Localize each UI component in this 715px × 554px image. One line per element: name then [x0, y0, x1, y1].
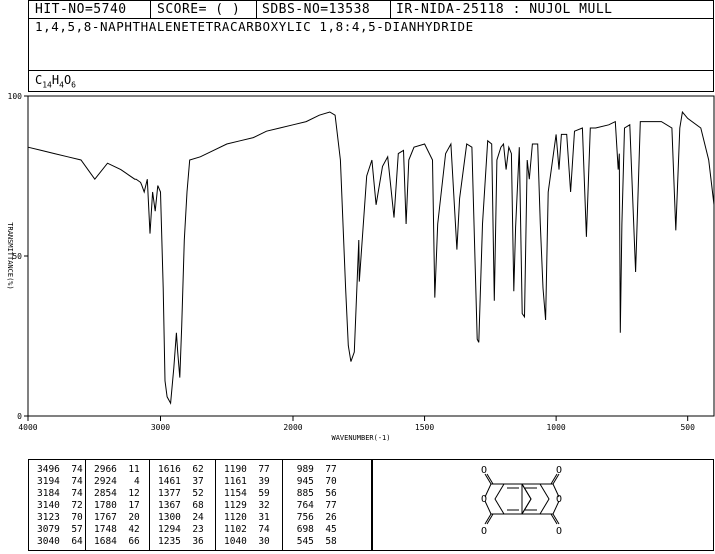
- atom-label-oxygen: O: [556, 526, 562, 537]
- x-tick-label: 1500: [415, 423, 434, 432]
- peak-row: 1767 20: [94, 512, 140, 523]
- peak-row: 1300 24: [158, 512, 204, 523]
- peak-row: 1461 37: [158, 476, 204, 487]
- structure-panel: O O O O O O: [372, 459, 714, 551]
- peak-row: 3123 70: [37, 512, 83, 523]
- peak-row: 2924 4: [94, 476, 140, 487]
- peak-column: 2966 11 2924 4 2854 12 1780 17 1767 20 1748 4…: [86, 460, 150, 550]
- peak-row: 3496 74: [37, 464, 83, 475]
- x-tick-label: 3000: [151, 423, 170, 432]
- peak-row: 698 45: [291, 524, 337, 535]
- hit-number: HIT-NO=5740: [35, 2, 127, 17]
- peak-row: 1154 59: [224, 488, 270, 499]
- peak-row: 756 26: [291, 512, 337, 523]
- peak-row: 1161 39: [224, 476, 270, 487]
- header-rule: [29, 70, 713, 71]
- peak-row: 1780 17: [94, 500, 140, 511]
- ir-spectrum-chart: 4000 3000 2000 1500 1000 500050100WAVENUMBER(…: [6, 92, 715, 442]
- peak-row: 3184 74: [37, 488, 83, 499]
- plot-frame: [27, 95, 715, 417]
- peak-row: 1190 77: [224, 464, 270, 475]
- peak-row: 3140 72: [37, 500, 83, 511]
- molecular-structure-drawing: O O O O O O: [481, 465, 562, 537]
- peak-row: 945 70: [291, 476, 337, 487]
- peak-row: 989 77: [291, 464, 337, 475]
- atom-label-oxygen: O: [481, 465, 487, 476]
- peak-column: 989 77 945 70 885 56 764 77 756 26 698 4…: [283, 460, 373, 550]
- peak-row: 1040 30: [224, 536, 270, 547]
- x-tick-label: 500: [680, 423, 695, 432]
- x-tick-label: 2000: [283, 423, 302, 432]
- peak-row: 1616 62: [158, 464, 204, 475]
- peak-column: 1616 62 1461 37 1377 52 1367 68 1300 24 1294 …: [150, 460, 216, 550]
- header-divider: [390, 1, 391, 18]
- peak-row: 3040 64: [37, 536, 83, 547]
- peak-table: 3496 74 3194 74 3184 74 3140 72 3123 70 3079 …: [28, 459, 372, 551]
- y-tick-label: 100: [8, 92, 23, 101]
- atom-label-oxygen: O: [556, 494, 562, 505]
- header-divider: [150, 1, 151, 18]
- header-divider: [256, 1, 257, 18]
- peak-row: 3079 57: [37, 524, 83, 535]
- score: SCORE= ( ): [157, 2, 241, 17]
- atom-label-oxygen: O: [481, 526, 487, 537]
- spectrum-header: HIT-NO=5740 SCORE= ( ) SDBS-NO=13538 IR-…: [28, 0, 714, 92]
- x-tick-label: 4000: [18, 423, 37, 432]
- peak-column: 3496 74 3194 74 3184 74 3140 72 3123 70 3079 …: [29, 460, 86, 550]
- peak-row: 1367 68: [158, 500, 204, 511]
- peak-row: 1748 42: [94, 524, 140, 535]
- ir-method: IR-NIDA-25118 : NUJOL MULL: [396, 2, 613, 17]
- y-tick-label: 0: [17, 412, 22, 421]
- peak-row: 764 77: [291, 500, 337, 511]
- peak-row: 1235 36: [158, 536, 204, 547]
- peak-row: 885 56: [291, 488, 337, 499]
- peak-row: 3194 74: [37, 476, 83, 487]
- peak-row: 1129 32: [224, 500, 270, 511]
- peak-row: 1294 23: [158, 524, 204, 535]
- spectrum-line: [27, 110, 715, 405]
- peak-row: 1102 74: [224, 524, 270, 535]
- peak-row: 2966 11: [94, 464, 140, 475]
- peak-row: 1377 52: [158, 488, 204, 499]
- compound-name: 1,4,5,8-NAPHTHALENETETRACARBOXYLIC 1,8:4…: [35, 19, 474, 34]
- peak-row: 1684 66: [94, 536, 140, 547]
- atom-label-oxygen: O: [481, 494, 487, 505]
- atom-label-oxygen: O: [556, 465, 562, 476]
- peak-row: 2854 12: [94, 488, 140, 499]
- x-axis-label: WAVENUMBER(-1): [331, 434, 390, 442]
- x-tick-label: 1000: [546, 423, 565, 432]
- sdbs-number: SDBS-NO=13538: [262, 2, 371, 17]
- naphthalene-core: [484, 473, 560, 525]
- peak-column: 1190 77 1161 39 1154 59 1129 32 1120 31 1102 …: [216, 460, 283, 550]
- y-axis-label: TRANSMITTANCE(%): [6, 222, 14, 289]
- molecular-formula: C14H4O6: [35, 73, 76, 90]
- peak-row: 545 58: [291, 536, 337, 547]
- peak-row: 1120 31: [224, 512, 270, 523]
